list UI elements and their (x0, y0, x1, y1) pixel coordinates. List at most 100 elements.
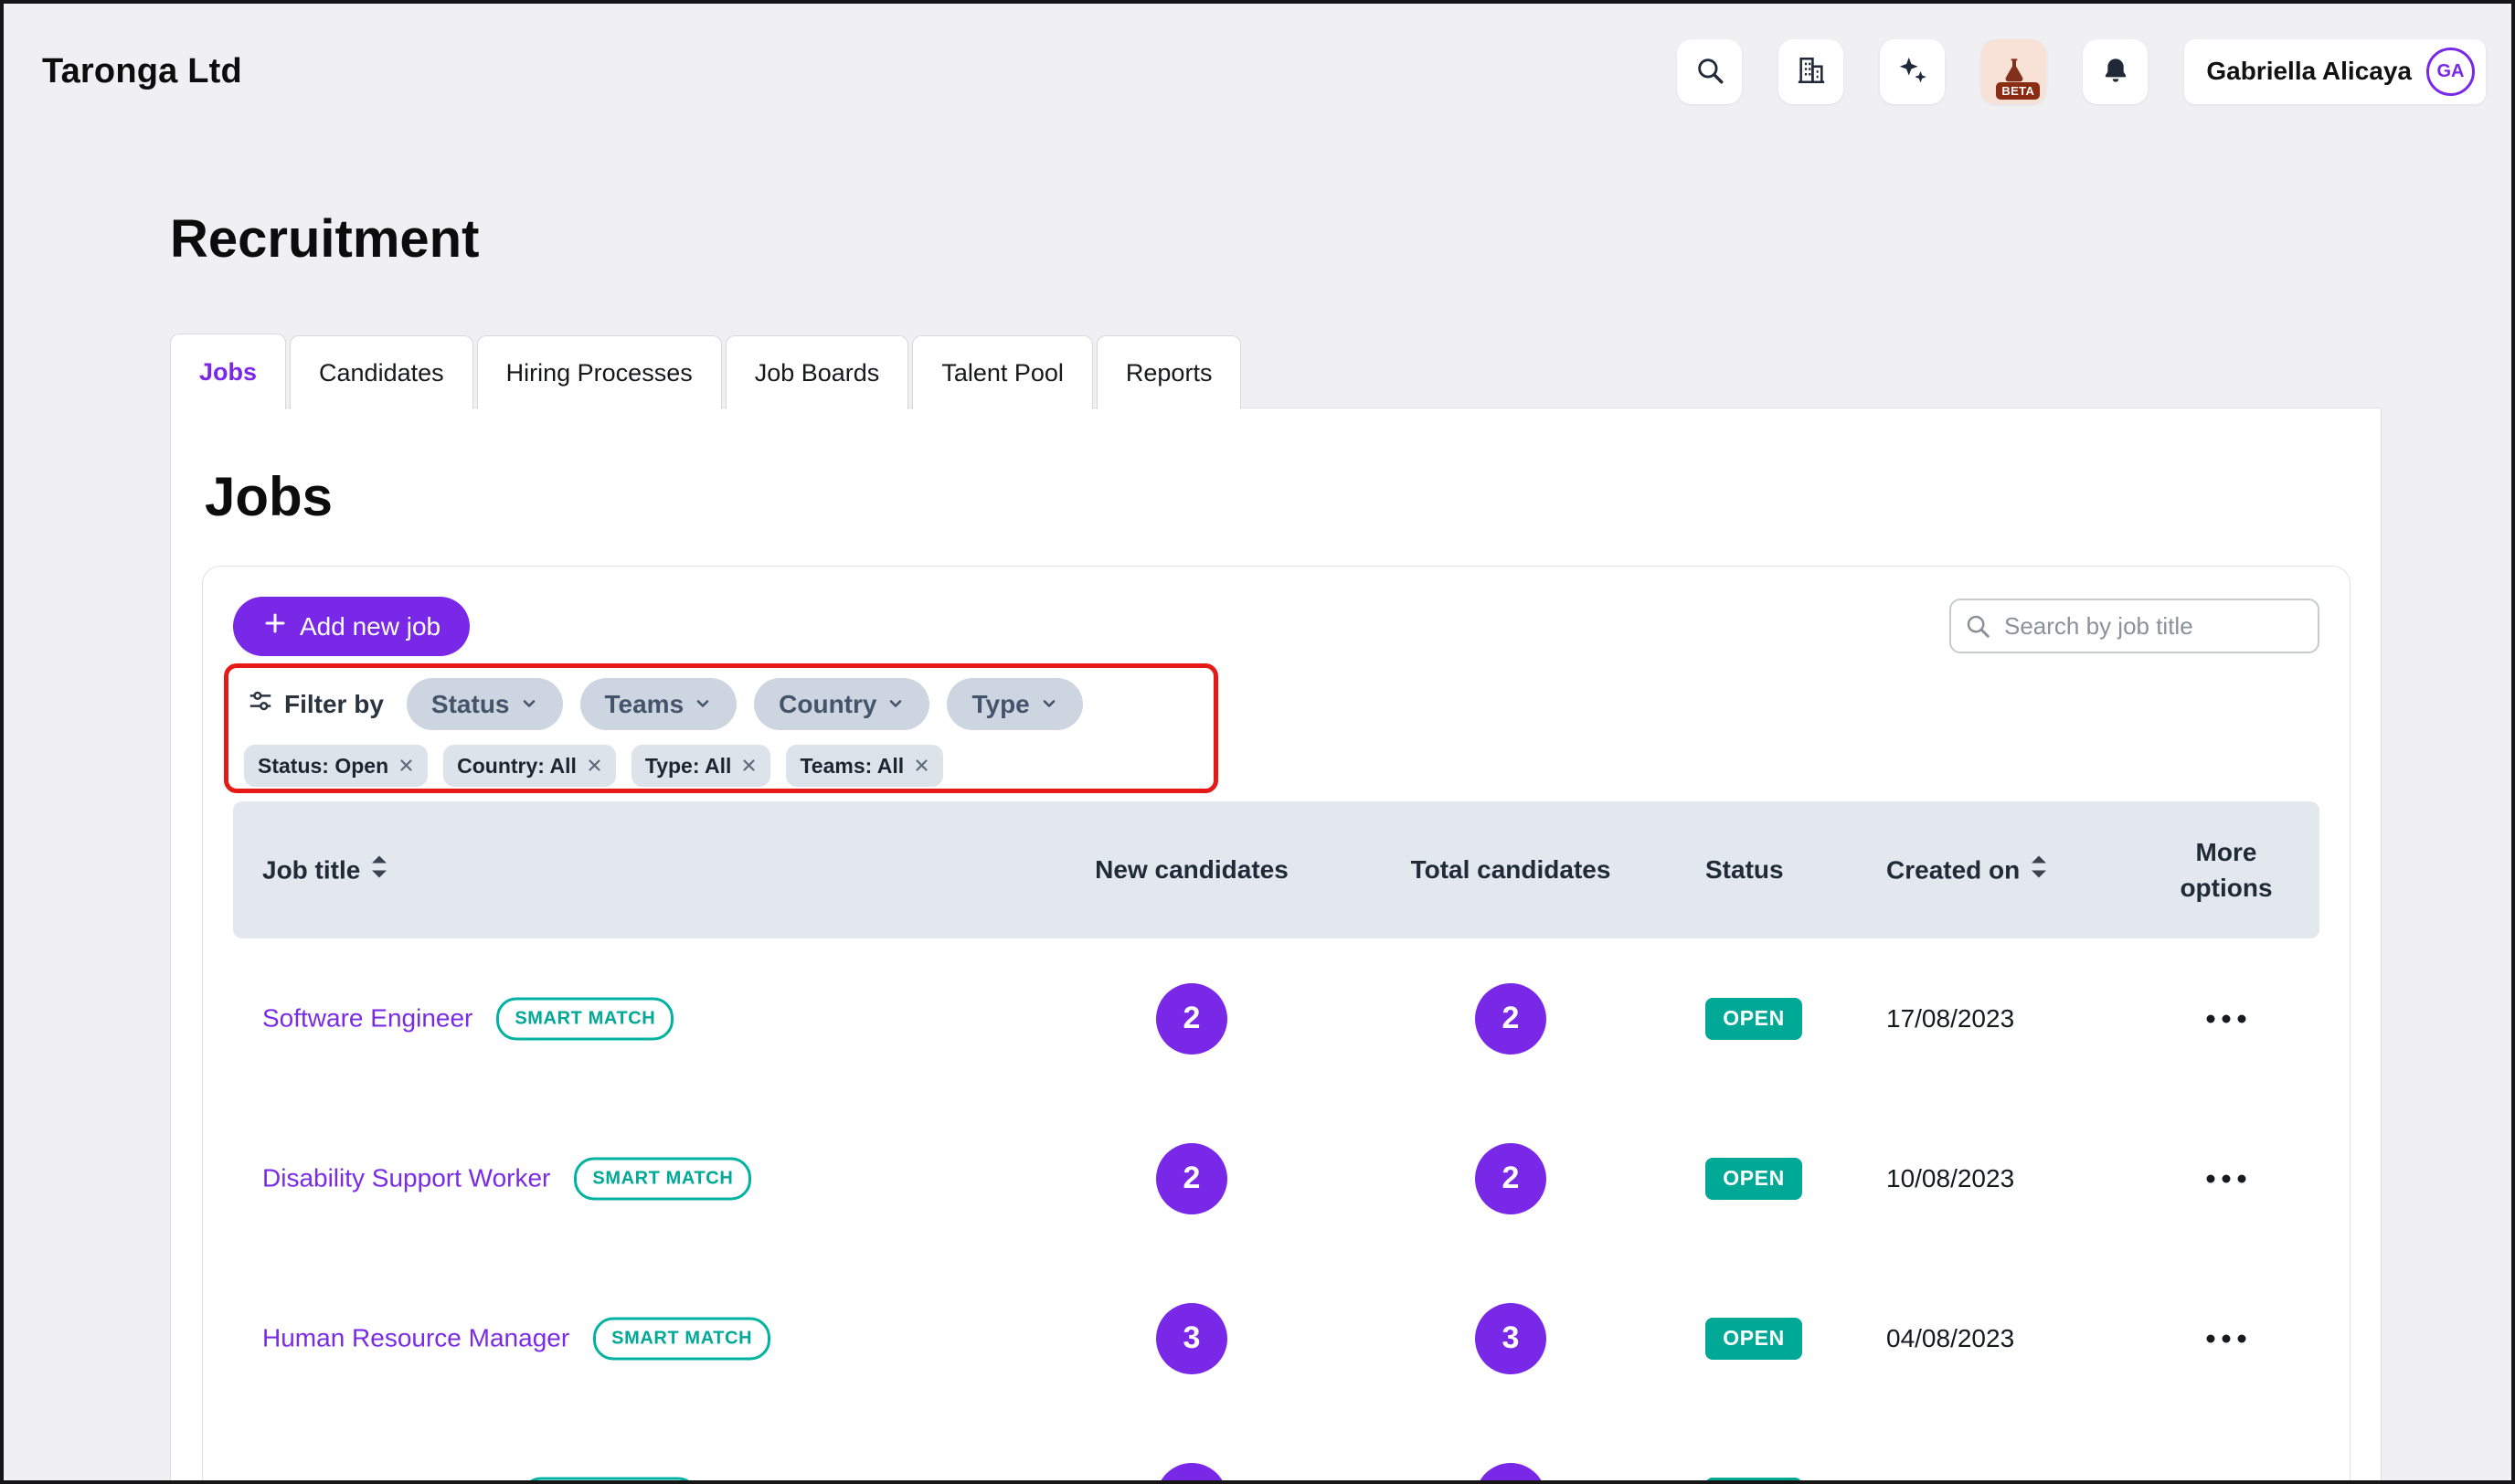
tab-talent-pool[interactable]: Talent Pool (912, 335, 1093, 409)
add-new-job-button[interactable]: Add new job (233, 597, 470, 656)
sort-icon[interactable] (370, 855, 388, 885)
chip-label: Teams: All (800, 754, 904, 779)
header-total-candidates: Total candidates (1411, 855, 1611, 885)
filter-chip-status-open[interactable]: Status: Open (244, 745, 428, 787)
tab-jobs[interactable]: Jobs (170, 334, 286, 409)
smart-match-badge: SMART MATCH (593, 1317, 770, 1360)
plus-icon (262, 610, 288, 642)
table-row: Software Engineer SMART MATCH 2 2 OPEN 1… (233, 938, 2319, 1098)
jobs-table-body: Software Engineer SMART MATCH 2 2 OPEN 1… (233, 938, 2319, 1484)
header-created-on: Created on (1886, 855, 2048, 885)
created-on-date: 04/08/2023 (1886, 1324, 2014, 1353)
filter-chip-country-all[interactable]: Country: All (443, 745, 616, 787)
status-badge: OPEN (1705, 1318, 1802, 1360)
tab-reports[interactable]: Reports (1097, 335, 1242, 409)
created-on-date: 17/08/2023 (1886, 1004, 2014, 1034)
filter-dropdown-type[interactable]: Type (947, 678, 1082, 730)
jobs-panel: Jobs Add new job (170, 408, 2382, 1484)
filter-chip-type-all[interactable]: Type: All (631, 745, 771, 787)
filter-row: Filter by Status Teams Country (241, 678, 1083, 730)
active-filter-chips: Status: Open Country: All Type: All Team… (244, 745, 943, 787)
filter-dropdown-country[interactable]: Country (754, 678, 929, 730)
close-icon[interactable] (587, 754, 602, 779)
chevron-down-icon (886, 690, 905, 719)
add-new-job-label: Add new job (300, 612, 440, 641)
chip-label: Country: All (457, 754, 577, 779)
recruitment-tabs: Jobs Candidates Hiring Processes Job Boa… (170, 334, 1241, 409)
header-new-candidates: New candidates (1095, 855, 1289, 885)
job-title-link[interactable]: Disability Support Worker (262, 1164, 550, 1193)
topbar-actions: BETA Gabriella Alicaya GA (1677, 39, 2486, 104)
notifications-button[interactable] (2083, 39, 2148, 104)
page-title: Recruitment (170, 208, 479, 270)
more-options-button[interactable] (2196, 1003, 2257, 1034)
jobs-table-header: Job title New candidates Total candidate… (233, 801, 2319, 938)
more-options-button[interactable] (2196, 1323, 2257, 1353)
header-job-title-label: Job title (262, 855, 360, 885)
avatar: GA (2426, 48, 2475, 96)
job-title-cell: SMART MATCH (262, 1477, 698, 1484)
teams-dropdown-label: Teams (605, 690, 684, 719)
job-search-input[interactable] (1949, 599, 2319, 653)
filter-dropdown-status[interactable]: Status (407, 678, 563, 730)
status-dropdown-label: Status (431, 690, 510, 719)
created-on-date: 10/08/2023 (1886, 1164, 2014, 1193)
header-status: Status (1705, 855, 1784, 885)
total-candidates-count[interactable]: 3 (1475, 1303, 1546, 1374)
filter-sliders-icon (247, 687, 274, 721)
job-title-link[interactable]: Software Engineer (262, 1004, 472, 1034)
filter-chip-teams-all[interactable]: Teams: All (786, 745, 943, 787)
tab-job-boards[interactable]: Job Boards (726, 335, 909, 409)
chip-label: Type: All (645, 754, 732, 779)
annotation-red-box: Filter by Status Teams Country (224, 663, 1218, 793)
close-icon[interactable] (741, 754, 757, 779)
tab-candidates[interactable]: Candidates (290, 335, 473, 409)
smart-match-badge: SMART MATCH (496, 997, 674, 1040)
company-name: Taronga Ltd (42, 52, 242, 91)
type-dropdown-label: Type (971, 690, 1029, 719)
top-bar: Taronga Ltd BETA (4, 4, 2511, 139)
country-dropdown-label: Country (779, 690, 876, 719)
job-title-link[interactable]: Human Resource Manager (262, 1324, 569, 1353)
header-job-title: Job title (262, 855, 388, 885)
job-title-cell: Disability Support Worker SMART MATCH (262, 1157, 751, 1200)
smart-match-badge: SMART MATCH (521, 1477, 698, 1484)
app-window: Taronga Ltd BETA (0, 0, 2515, 1484)
job-title-cell: Human Resource Manager SMART MATCH (262, 1317, 770, 1360)
labs-beta-button[interactable]: BETA (1981, 39, 2046, 104)
close-icon[interactable] (914, 754, 929, 779)
chip-label: Status: Open (258, 754, 388, 779)
sparkles-icon (1897, 55, 1928, 89)
status-badge (1705, 1478, 1802, 1484)
status-badge: OPEN (1705, 1158, 1802, 1200)
new-candidates-count[interactable] (1156, 1463, 1227, 1484)
tab-hiring-processes[interactable]: Hiring Processes (477, 335, 722, 409)
new-candidates-count[interactable]: 2 (1156, 1143, 1227, 1214)
table-row-partial: SMART MATCH (233, 1418, 2319, 1484)
beta-badge: BETA (1996, 82, 2040, 100)
search-icon (1964, 612, 1991, 644)
status-badge: OPEN (1705, 998, 1802, 1040)
smart-match-badge: SMART MATCH (574, 1157, 751, 1200)
new-candidates-count[interactable]: 3 (1156, 1303, 1227, 1374)
filter-dropdown-teams[interactable]: Teams (580, 678, 738, 730)
user-menu[interactable]: Gabriella Alicaya GA (2184, 39, 2486, 104)
total-candidates-count[interactable] (1475, 1463, 1546, 1484)
more-options-button[interactable] (2196, 1163, 2257, 1193)
close-icon[interactable] (398, 754, 414, 779)
new-candidates-count[interactable]: 2 (1156, 983, 1227, 1055)
header-more-options: More options (2153, 834, 2299, 906)
user-name: Gabriella Alicaya (2206, 57, 2412, 86)
job-title-cell: Software Engineer SMART MATCH (262, 997, 674, 1040)
search-icon (1694, 55, 1725, 89)
search-button[interactable] (1677, 39, 1742, 104)
job-search (1949, 599, 2319, 653)
sort-icon[interactable] (2030, 855, 2048, 885)
organisation-button[interactable] (1778, 39, 1843, 104)
chevron-down-icon (694, 690, 712, 719)
smart-features-button[interactable] (1880, 39, 1945, 104)
bell-icon (2101, 56, 2130, 88)
total-candidates-count[interactable]: 2 (1475, 983, 1546, 1055)
total-candidates-count[interactable]: 2 (1475, 1143, 1546, 1214)
organisation-icon (1796, 55, 1827, 89)
